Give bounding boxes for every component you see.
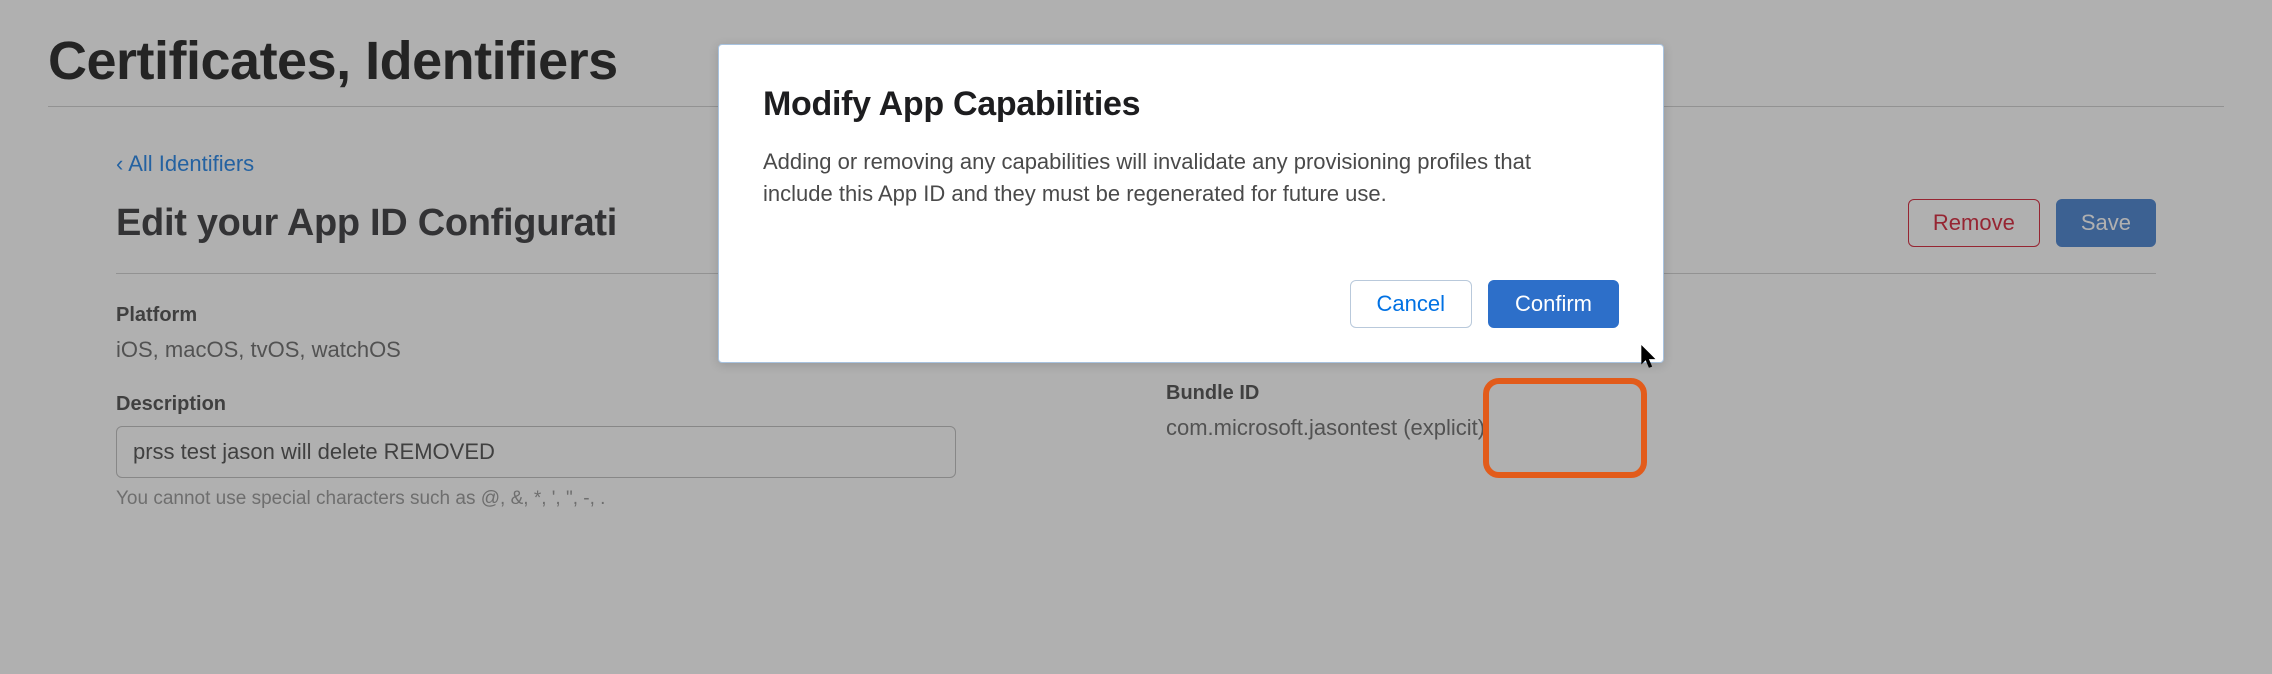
- confirm-button[interactable]: Confirm: [1488, 280, 1619, 328]
- cancel-button[interactable]: Cancel: [1350, 280, 1472, 328]
- modify-capabilities-modal: Modify App Capabilities Adding or removi…: [718, 44, 1664, 363]
- modal-title: Modify App Capabilities: [763, 85, 1619, 124]
- modal-body-text: Adding or removing any capabilities will…: [763, 146, 1583, 210]
- modal-actions: Cancel Confirm: [763, 280, 1619, 328]
